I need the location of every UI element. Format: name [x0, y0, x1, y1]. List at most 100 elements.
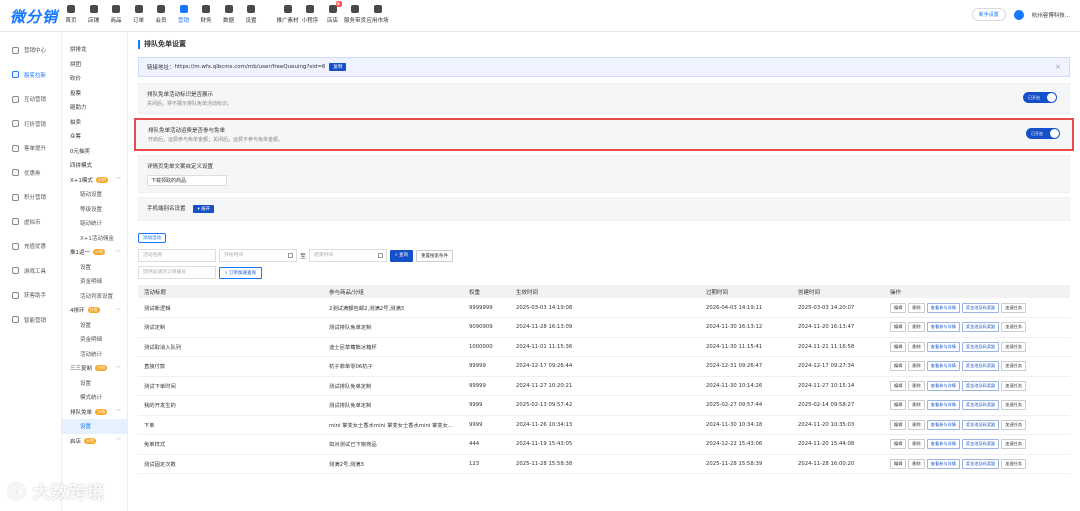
action-button[interactable]: 查看参与详情	[926, 341, 960, 352]
nav-marketing[interactable]: 营销	[173, 0, 195, 32]
sidebar2-item[interactable]: 排队免单 分销 ﹀	[62, 405, 127, 420]
action-button[interactable]: 删除	[908, 380, 925, 391]
company-name[interactable]: 杭州容博科技...	[1032, 11, 1070, 19]
sidebar1-item[interactable]: 游戏工具	[0, 259, 61, 284]
action-button[interactable]: 加速任务	[1001, 400, 1027, 411]
sidebar2-subitem[interactable]: 活动列表设置	[62, 289, 127, 304]
action-button[interactable]: 加速任务	[1001, 322, 1027, 333]
order-speed-query-button[interactable]: ⌕ 订单加速查询	[219, 266, 262, 279]
action-button[interactable]: 查看参与详情	[926, 361, 960, 372]
nav-home[interactable]: 首页	[60, 0, 82, 32]
sidebar2-subitem[interactable]: 设置	[62, 419, 127, 434]
sidebar2-subitem[interactable]: 等级设置	[62, 202, 127, 217]
action-button[interactable]: 奖金池及码奖励	[961, 419, 1000, 430]
action-button[interactable]: 删除	[908, 322, 925, 333]
sidebar2-item[interactable]: 砍价	[62, 71, 127, 86]
end-time-input[interactable]: 结束时间	[309, 249, 388, 262]
sidebar2-item[interactable]: 众筹	[62, 129, 127, 144]
sidebar2-item[interactable]: 拼排龙	[62, 42, 127, 57]
nav-finance[interactable]: 财务	[195, 0, 217, 32]
action-button[interactable]: 奖金池及码奖励	[961, 380, 1000, 391]
close-icon[interactable]: ×	[1055, 63, 1061, 71]
action-button[interactable]: 奖金池及码奖励	[961, 302, 1000, 313]
add-activity-button[interactable]: 添加活动	[138, 233, 166, 243]
sidebar2-item[interactable]: 拼团	[62, 57, 127, 72]
action-button[interactable]: 查看参与详情	[926, 458, 960, 469]
activity-name-input[interactable]: 活动名称	[138, 249, 216, 262]
sidebar2-subitem[interactable]: X+1活动佣金	[62, 231, 127, 246]
action-button[interactable]: 加速任务	[1001, 302, 1027, 313]
sidebar1-item[interactable]: 获客助手	[0, 283, 61, 308]
custom-copy-input[interactable]: 下载领取的商品	[147, 175, 227, 186]
action-button[interactable]: 加速任务	[1001, 458, 1027, 469]
action-button[interactable]: 加速任务	[1001, 419, 1027, 430]
action-button[interactable]: 查看参与详情	[926, 302, 960, 313]
action-button[interactable]: 查看参与详情	[926, 419, 960, 430]
order-number-input[interactable]: 提供加速的订单编号	[138, 266, 216, 279]
sidebar1-item[interactable]: 打折营销	[0, 112, 61, 137]
sidebar1-item[interactable]: 智能营销	[0, 308, 61, 333]
sidebar1-item[interactable]: 充值优惠	[0, 234, 61, 259]
sidebar2-item[interactable]: 三三复制 分销 ﹀	[62, 361, 127, 376]
action-button[interactable]: 删除	[908, 341, 925, 352]
copy-button[interactable]: 复制	[329, 63, 347, 71]
action-button[interactable]: 编辑	[890, 322, 907, 333]
badge-display-toggle[interactable]: 已开启	[1023, 92, 1057, 103]
start-time-input[interactable]: 开始时间	[219, 249, 297, 262]
nav-shop[interactable]: 店店 新	[322, 0, 344, 32]
action-button[interactable]: 删除	[908, 400, 925, 411]
nav-settings[interactable]: 设置	[240, 0, 262, 32]
reset-search-button[interactable]: 重置搜索条件	[415, 249, 453, 262]
action-button[interactable]: 删除	[908, 439, 925, 450]
sidebar2-subitem[interactable]: 链动设置	[62, 187, 127, 202]
brand-logo[interactable]: 微分销	[10, 6, 58, 27]
nav-service[interactable]: 服务带货	[344, 0, 366, 32]
action-button[interactable]: 奖金池及码奖励	[961, 341, 1000, 352]
action-button[interactable]: 删除	[908, 361, 925, 372]
action-button[interactable]: 查看参与详情	[926, 322, 960, 333]
sidebar1-item[interactable]: 裂变拉新	[0, 63, 61, 88]
nav-order[interactable]: 订单	[128, 0, 150, 32]
nav-store[interactable]: 店铺	[83, 0, 105, 32]
sidebar2-item[interactable]: X+1模式 分销 ﹀	[62, 173, 127, 188]
sidebar2-item[interactable]: 启店 分销 ﹀	[62, 434, 127, 449]
sidebar2-item[interactable]: 砸助力	[62, 100, 127, 115]
sidebar2-subitem[interactable]: 资金明细	[62, 332, 127, 347]
avatar[interactable]	[1013, 9, 1024, 20]
action-button[interactable]: 查看参与详情	[926, 380, 960, 391]
sidebar2-subitem[interactable]: 模式统计	[62, 390, 127, 405]
sidebar1-item[interactable]: 积分营销	[0, 185, 61, 210]
sidebar2-item[interactable]: 推1返一 分销 ﹀	[62, 245, 127, 260]
action-button[interactable]: 查看参与详情	[926, 400, 960, 411]
sidebar2-subitem[interactable]: 设置	[62, 376, 127, 391]
action-button[interactable]: 加速任务	[1001, 361, 1027, 372]
action-button[interactable]: 编辑	[890, 458, 907, 469]
nav-miniapp[interactable]: 小程序	[299, 0, 321, 32]
action-button[interactable]: 编辑	[890, 302, 907, 313]
sidebar2-item[interactable]: 投票	[62, 86, 127, 101]
action-button[interactable]: 加速任务	[1001, 439, 1027, 450]
nav-member[interactable]: 会员	[150, 0, 172, 32]
sidebar1-item[interactable]: 营销中心	[0, 38, 61, 63]
sidebar2-item[interactable]: 拍卖	[62, 115, 127, 130]
shipping-free-toggle[interactable]: 已开启	[1026, 128, 1060, 139]
expand-button[interactable]: ▾ 展开	[193, 205, 215, 213]
sidebar1-item[interactable]: 虚拟币	[0, 210, 61, 235]
action-button[interactable]: 奖金池及码奖励	[961, 400, 1000, 411]
action-button[interactable]: 删除	[908, 302, 925, 313]
action-button[interactable]: 加速任务	[1001, 380, 1027, 391]
action-button[interactable]: 奖金池及码奖励	[961, 361, 1000, 372]
action-button[interactable]: 加速任务	[1001, 341, 1027, 352]
action-button[interactable]: 编辑	[890, 439, 907, 450]
sidebar2-item[interactable]: 4排环 分销 ﹀	[62, 303, 127, 318]
action-button[interactable]: 编辑	[890, 400, 907, 411]
sidebar2-item[interactable]: 0元抽奖	[62, 144, 127, 159]
action-button[interactable]: 编辑	[890, 361, 907, 372]
action-button[interactable]: 删除	[908, 419, 925, 430]
new-user-settings-button[interactable]: 新手设置	[971, 8, 1006, 21]
action-button[interactable]: 奖金池及码奖励	[961, 439, 1000, 450]
action-button[interactable]: 编辑	[890, 380, 907, 391]
action-button[interactable]: 编辑	[890, 341, 907, 352]
action-button[interactable]: 奖金池及码奖励	[961, 458, 1000, 469]
sidebar2-subitem[interactable]: 资金明细	[62, 274, 127, 289]
